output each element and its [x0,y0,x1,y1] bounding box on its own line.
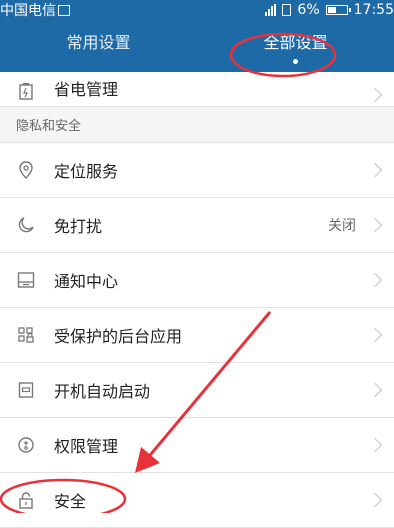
settings-item-protected-apps[interactable]: 受保护的后台应用 [0,308,394,363]
settings-item-notification-center[interactable]: 通知中心 [0,253,394,308]
settings-item-label: 安全 [54,492,87,511]
carrier-name: 中国电信 [0,3,56,19]
clock: 17:55 [353,2,394,18]
tab-indicator-dot [293,58,298,64]
signal-icon [265,4,277,16]
moon-icon [12,216,40,234]
settings-item-permission-management[interactable]: 权限管理 [0,418,394,473]
settings-item-label: 免打扰 [54,217,103,236]
chevron-right-icon [367,272,383,288]
settings-item-label: 受保护的后台应用 [54,327,183,346]
settings-item-label: 定位服务 [54,162,119,181]
chevron-right-icon [367,437,383,453]
location-pin-icon [12,161,40,179]
settings-item-location[interactable]: 定位服务 [0,143,394,198]
settings-item-label: 权限管理 [54,437,119,456]
sim-card-icon [282,4,292,16]
lock-icon [12,491,40,509]
permission-shield-icon [12,436,40,454]
settings-item-label: 省电管理 [54,80,119,99]
battery-icon [325,5,351,15]
section-header-privacy-security: 隐私和安全 [0,107,394,143]
tab-label: 常用设置 [66,32,131,52]
chevron-right-icon [367,87,383,103]
protected-apps-icon [12,326,40,344]
tab-all-settings[interactable]: 全部设置 [197,20,394,72]
battery-saver-icon [12,82,40,100]
tab-label: 全部设置 [263,32,328,52]
settings-item-label: 开机自动启动 [54,382,151,401]
chevron-right-icon [367,217,383,233]
settings-item-autostart[interactable]: 开机自动启动 [0,363,394,418]
settings-list: 省电管理 隐私和安全 定位服务 免打扰 关闭 通知中心 受保护的后台应用 开机自… [0,72,394,528]
chevron-right-icon [367,382,383,398]
chevron-right-icon [367,492,383,508]
settings-item-value: 关闭 [328,218,356,234]
settings-item-do-not-disturb[interactable]: 免打扰 关闭 [0,198,394,253]
chevron-right-icon [367,162,383,178]
settings-tab-bar: 常用设置 全部设置 [0,20,394,72]
settings-item-label: 通知中心 [54,272,119,291]
tab-common-settings[interactable]: 常用设置 [0,20,197,72]
status-bar: 中国电信 6% 17:55 [0,0,394,20]
settings-item-power-saving[interactable]: 省电管理 [0,72,394,107]
battery-percent: 6% [297,2,320,18]
notification-tray-icon [12,271,40,289]
notification-box-icon [58,4,70,16]
settings-item-security[interactable]: 安全 [0,473,394,528]
chevron-right-icon [367,327,383,343]
autostart-icon [12,381,40,399]
